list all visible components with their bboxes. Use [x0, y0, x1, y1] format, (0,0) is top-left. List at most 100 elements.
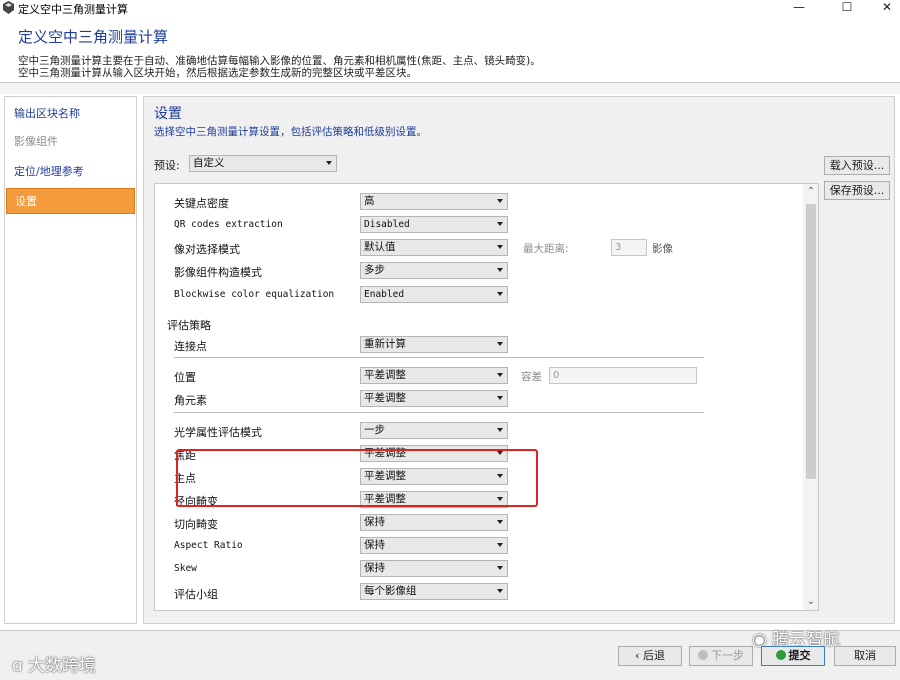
estimation-group-select[interactable]: 每个影像组 — [360, 583, 508, 600]
keypoint-density-select[interactable]: 高 — [360, 193, 508, 210]
preset-select[interactable]: 自定义 — [189, 155, 337, 172]
wizard-footer: ꭤ 大数跨境 ◉ 腾云智航 ‹ 后退 下一步 提交 取消 — [0, 630, 900, 680]
nav-item-positioning-georef[interactable]: 定位/地理参考 — [6, 159, 135, 185]
close-icon[interactable]: ✕ — [870, 0, 900, 16]
aspect-ratio-value: 保持 — [364, 539, 385, 551]
qr-codes-select[interactable]: Disabled — [360, 216, 508, 233]
chevron-down-icon — [497, 373, 503, 377]
optical-mode-label: 光学属性评估模式 — [174, 426, 262, 439]
vertical-scrollbar[interactable]: ⌃ ⌄ — [803, 184, 818, 610]
wizard-steps-nav: 输出区块名称 影像组件 定位/地理参考 设置 — [4, 96, 137, 624]
tolerance-input[interactable]: 0 — [549, 367, 697, 384]
nav-item-settings[interactable]: 设置 — [6, 188, 135, 214]
header-description-2: 空中三角测量计算从输入区块开始，然后根据选定参数生成新的完整区块或平差区块。 — [18, 67, 417, 79]
settings-subtitle: 选择空中三角测量计算设置，包括评估策略和低级别设置。 — [154, 126, 427, 138]
app-icon — [3, 1, 14, 14]
preset-label: 预设: — [154, 159, 180, 172]
optical-mode-value: 一步 — [364, 424, 385, 436]
focal-length-label: 焦距 — [174, 449, 196, 462]
optical-mode-select[interactable]: 一步 — [360, 422, 508, 439]
principal-point-select[interactable]: 平差调整 — [360, 468, 508, 485]
scroll-up-icon[interactable]: ⌃ — [803, 184, 818, 200]
nav-item-photo-components[interactable]: 影像组件 — [6, 129, 135, 155]
back-button-label: 后退 — [642, 649, 665, 662]
aspect-ratio-select[interactable]: 保持 — [360, 537, 508, 554]
keypoint-density-label: 关键点密度 — [174, 197, 229, 210]
title-bar: 定义空中三角测量计算 — ☐ ✕ — [0, 0, 900, 16]
chevron-left-icon: ‹ — [635, 649, 643, 662]
radial-distortion-label: 径向畸变 — [174, 495, 218, 508]
rotation-select[interactable]: 平差调整 — [360, 390, 508, 407]
blockwise-color-select[interactable]: Enabled — [360, 286, 508, 303]
max-distance-input[interactable]: 3 — [611, 239, 647, 256]
skew-value: 保持 — [364, 562, 385, 574]
radial-distortion-value: 平差调整 — [364, 493, 406, 505]
chevron-down-icon — [497, 589, 503, 593]
header-divider — [0, 82, 900, 94]
chevron-down-icon — [497, 222, 503, 226]
component-mode-label: 影像组件构造模式 — [174, 266, 262, 279]
max-distance-label: 最大距离: — [523, 243, 569, 255]
focal-length-value: 平差调整 — [364, 447, 406, 459]
wizard-header: 定义空中三角测量计算 空中三角测量计算主要在于自动、准确地估算每幅输入影像的位置… — [0, 16, 900, 82]
chevron-down-icon — [497, 268, 503, 272]
chevron-down-icon — [497, 543, 503, 547]
cancel-button[interactable]: 取消 — [834, 646, 896, 666]
principal-point-label: 主点 — [174, 472, 196, 485]
tangential-distortion-select[interactable]: 保持 — [360, 514, 508, 531]
arrow-right-icon — [698, 650, 708, 660]
chevron-down-icon — [497, 566, 503, 570]
chevron-down-icon — [497, 497, 503, 501]
qr-codes-label: QR codes extraction — [174, 219, 283, 230]
skew-label: Skew — [174, 563, 197, 574]
max-distance-unit: 影像 — [652, 243, 673, 255]
chevron-down-icon — [497, 342, 503, 346]
divider — [174, 357, 704, 358]
back-button[interactable]: ‹ 后退 — [618, 646, 682, 666]
watermark-left-text: 大数跨境 — [27, 656, 96, 676]
chevron-down-icon — [497, 474, 503, 478]
next-button-label: 下一步 — [711, 649, 744, 662]
watermark-left: ꭤ 大数跨境 — [12, 656, 96, 676]
principal-point-value: 平差调整 — [364, 470, 406, 482]
tie-points-value: 重新计算 — [364, 338, 406, 350]
chevron-down-icon — [497, 396, 503, 400]
submit-button[interactable]: 提交 — [761, 646, 825, 666]
position-select[interactable]: 平差调整 — [360, 367, 508, 384]
tangential-distortion-label: 切向畸变 — [174, 518, 218, 531]
minimize-icon[interactable]: — — [782, 0, 816, 16]
chevron-down-icon — [497, 292, 503, 296]
save-preset-button[interactable]: 保存预设... — [824, 181, 890, 200]
focal-length-select[interactable]: 平差调整 — [360, 445, 508, 462]
window-title: 定义空中三角测量计算 — [18, 3, 128, 16]
chevron-down-icon — [497, 520, 503, 524]
scrollbar-thumb[interactable] — [806, 204, 816, 479]
tie-points-select[interactable]: 重新计算 — [360, 336, 508, 353]
component-mode-select[interactable]: 多步 — [360, 262, 508, 279]
nav-item-output-block-name[interactable]: 输出区块名称 — [6, 101, 135, 127]
keypoint-density-value: 高 — [364, 195, 375, 207]
blockwise-color-value: Enabled — [364, 289, 405, 300]
settings-list: 关键点密度 高 QR codes extraction Disabled 像对选… — [154, 183, 819, 611]
position-label: 位置 — [174, 371, 196, 384]
settings-panel: 设置 选择空中三角测量计算设置，包括评估策略和低级别设置。 预设: 自定义 载入… — [143, 96, 895, 624]
component-mode-value: 多步 — [364, 264, 385, 276]
page-title: 定义空中三角测量计算 — [18, 28, 169, 46]
settings-title: 设置 — [154, 106, 182, 122]
radial-distortion-select[interactable]: 平差调整 — [360, 491, 508, 508]
blockwise-color-label: Blockwise color equalization — [174, 289, 335, 300]
chevron-down-icon — [497, 451, 503, 455]
load-preset-button[interactable]: 载入预设... — [824, 156, 890, 175]
pair-selection-value: 默认值 — [364, 241, 396, 253]
rotation-label: 角元素 — [174, 394, 207, 407]
submit-button-label: 提交 — [788, 649, 811, 662]
maximize-icon[interactable]: ☐ — [830, 0, 864, 16]
checkmark-icon — [775, 650, 786, 660]
aspect-ratio-label: Aspect Ratio — [174, 540, 243, 551]
rotation-value: 平差调整 — [364, 392, 406, 404]
skew-select[interactable]: 保持 — [360, 560, 508, 577]
qr-codes-value: Disabled — [364, 219, 410, 230]
next-button[interactable]: 下一步 — [689, 646, 753, 666]
scroll-down-icon[interactable]: ⌄ — [803, 594, 818, 610]
pair-selection-select[interactable]: 默认值 — [360, 239, 508, 256]
